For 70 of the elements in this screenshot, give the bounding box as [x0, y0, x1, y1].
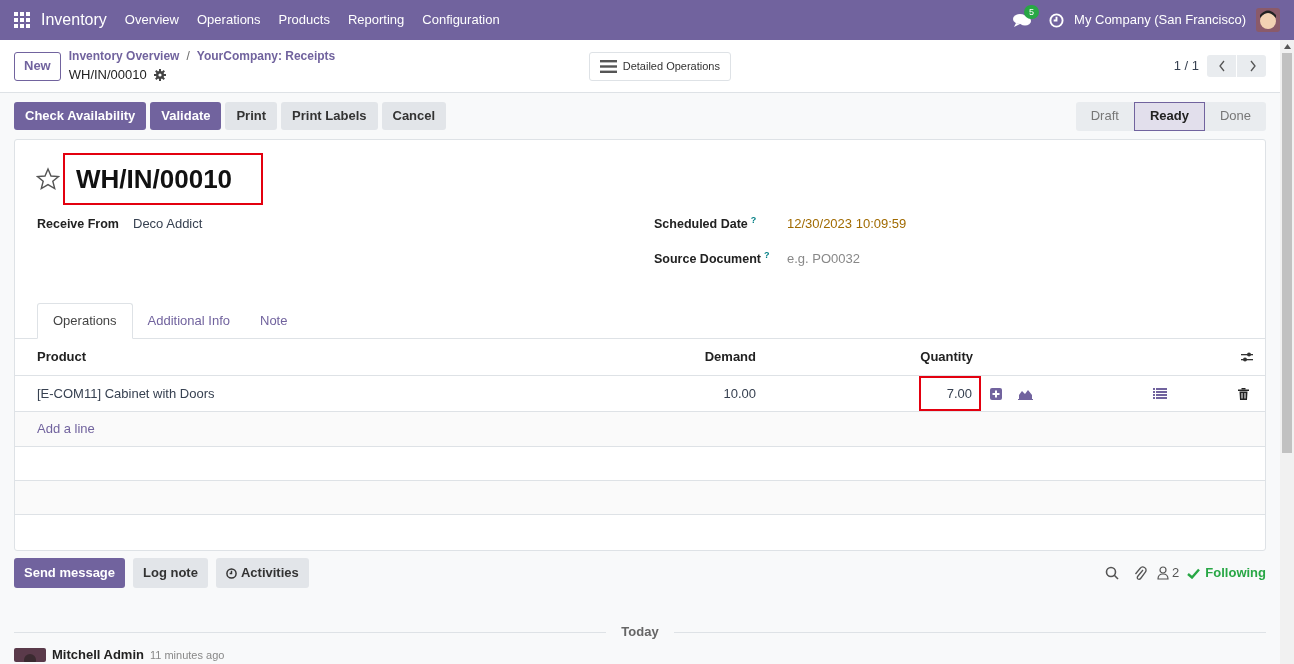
status-step[interactable]: Ready — [1133, 101, 1205, 131]
following-button[interactable]: Following — [1187, 563, 1266, 583]
date-field[interactable]: 12/30/2023 10:09:59 — [787, 214, 907, 234]
action-button[interactable]: Validate — [150, 102, 222, 130]
tab[interactable]: Additional Info — [132, 303, 245, 339]
tab[interactable]: Operations — [37, 303, 133, 339]
count-badge: 5 — [1024, 4, 1040, 19]
field-label: Source Document — [654, 250, 761, 268]
column-header: Quantity — [919, 348, 973, 367]
help-tooltip[interactable]: ? — [763, 249, 770, 260]
table-cell-text: [E-COM11] Cabinet with Doors — [36, 384, 216, 403]
app-name[interactable]: Inventory — [41, 8, 107, 32]
menu-item[interactable]: Overview — [124, 10, 179, 30]
message-time: 11 minutes ago — [149, 647, 225, 663]
column-header: Demand — [703, 348, 756, 367]
new-button[interactable]: New — [14, 51, 61, 81]
field-label: Receive From — [37, 215, 120, 233]
record-name: WH/IN/00010 — [68, 66, 147, 85]
clock-icon[interactable] — [1049, 12, 1065, 28]
avatar — [14, 648, 46, 662]
menu-item[interactable]: Reporting — [347, 10, 405, 30]
action-button[interactable]: Print Labels — [281, 102, 378, 130]
tab[interactable]: Note — [245, 303, 303, 339]
help-tooltip[interactable]: ? — [750, 214, 757, 225]
chatter-button[interactable]: Activities — [215, 558, 309, 588]
author-name: Mitchell Admin — [52, 646, 144, 664]
record-title: WH/IN/00010 — [63, 153, 263, 205]
breadcrumb-link[interactable]: YourCompany: Receipts — [196, 47, 336, 66]
delete-icon[interactable] — [1238, 387, 1249, 400]
menu-item[interactable]: Products — [278, 10, 330, 30]
company-name[interactable]: My Company (San Francisco) — [1074, 10, 1246, 30]
view-button[interactable]: Detailed Operations — [588, 51, 731, 81]
avatar[interactable] — [1256, 8, 1280, 32]
star-icon[interactable] — [36, 167, 60, 191]
settings-icon[interactable] — [1241, 351, 1253, 363]
menu-item[interactable]: Operations — [197, 10, 261, 30]
date-divider: Today — [620, 623, 660, 642]
scroll-up-icon[interactable] — [1283, 44, 1291, 49]
breadcrumb-separator: / — [186, 48, 190, 66]
person-icon — [1157, 566, 1170, 580]
clock-icon — [225, 567, 237, 579]
text-field[interactable]: e.g. PO0032 — [787, 249, 987, 269]
check-icon — [1187, 567, 1201, 579]
followers-button[interactable]: 2 — [1157, 563, 1180, 583]
add-icon[interactable] — [990, 387, 1002, 400]
column-header: Product — [36, 348, 88, 367]
action-button[interactable]: Check Availability — [14, 102, 147, 130]
menu-icon — [599, 59, 617, 73]
action-button[interactable]: Cancel — [381, 102, 447, 130]
apps-menu-icon[interactable] — [14, 12, 30, 28]
add-line-link[interactable]: Add a line — [37, 419, 95, 439]
field-value: Deco Addict — [133, 215, 203, 234]
paperclip-icon[interactable] — [1133, 565, 1148, 581]
previous-button[interactable] — [1207, 55, 1236, 77]
pager-text: 1 / 1 — [1173, 57, 1199, 76]
next-button[interactable] — [1237, 55, 1266, 77]
chatter-button[interactable]: Log note — [133, 558, 208, 588]
status-step[interactable]: Draft — [1075, 101, 1134, 131]
breadcrumb-link[interactable]: Inventory Overview — [68, 47, 180, 66]
list-icon[interactable] — [1153, 388, 1167, 399]
settings-icon[interactable] — [153, 69, 166, 81]
action-button[interactable]: Print — [225, 102, 278, 130]
chatter-button[interactable]: Send message — [14, 558, 126, 588]
field-label: Scheduled Date — [654, 215, 748, 233]
status-step[interactable]: Done — [1204, 101, 1266, 131]
menu-item[interactable]: Configuration — [422, 10, 500, 30]
search-icon[interactable] — [1105, 566, 1120, 580]
quantity-field[interactable]: 7.00 — [919, 376, 981, 411]
scrollbar[interactable] — [1280, 40, 1294, 664]
table-cell-text: 10.00 — [722, 384, 756, 403]
